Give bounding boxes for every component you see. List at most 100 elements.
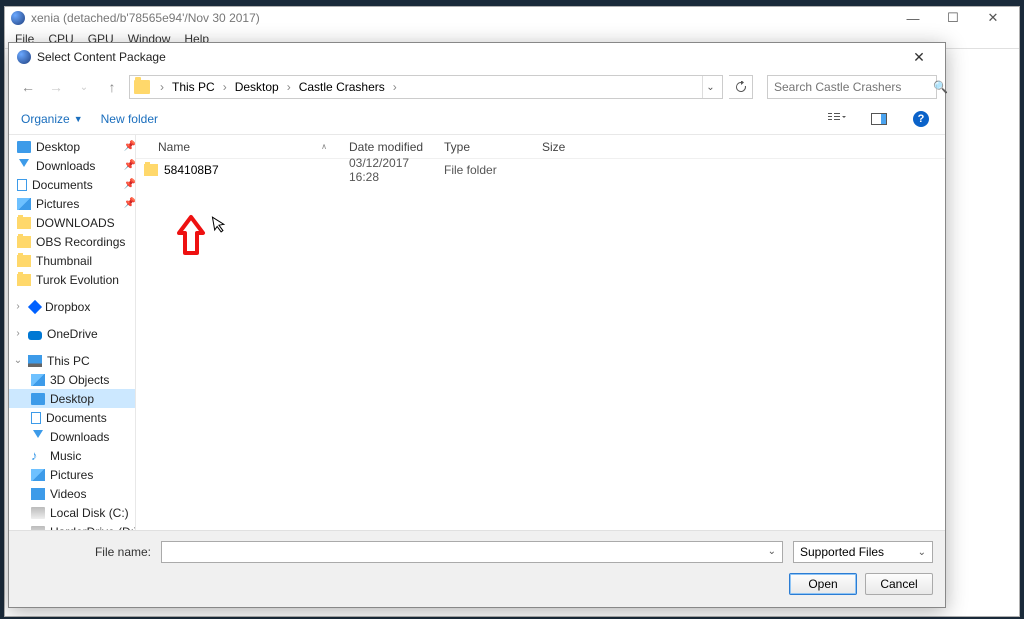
file-date: 03/12/2017 16:28 <box>341 156 436 184</box>
chevron-right-icon[interactable]: › <box>389 80 401 94</box>
tree-pictures[interactable]: Pictures📌 <box>9 194 136 213</box>
filename-dropdown[interactable]: ⌄ <box>764 544 780 559</box>
nav-recent-dropdown[interactable]: ⌄ <box>73 76 95 98</box>
tree-videos[interactable]: Videos <box>9 484 136 503</box>
nav-back-button[interactable]: ← <box>17 76 39 98</box>
tree-pictures-pc[interactable]: Pictures <box>9 465 136 484</box>
disk-icon <box>31 507 45 519</box>
dialog-footer: File name: ⌄ Supported Files⌄ Open Cance… <box>9 530 945 607</box>
tree-folder[interactable]: Turok Evolution <box>9 270 136 289</box>
chevron-right-icon[interactable]: › <box>219 80 231 94</box>
onedrive-icon <box>28 331 42 340</box>
tree-folder[interactable]: Thumbnail <box>9 251 136 270</box>
dialog-titlebar: Select Content Package ✕ <box>9 43 945 71</box>
sort-asc-icon: ∧ <box>321 142 333 151</box>
app-icon <box>11 11 25 25</box>
tree-downloads[interactable]: Downloads📌 <box>9 156 136 175</box>
folder-icon <box>144 164 158 176</box>
toolbar: Organize▼ New folder ? <box>9 103 945 135</box>
col-type[interactable]: Type <box>436 140 534 154</box>
maximize-button[interactable]: ☐ <box>933 8 973 28</box>
file-type: File folder <box>436 163 534 177</box>
tree-documents-pc[interactable]: Documents <box>9 408 136 427</box>
refresh-button[interactable] <box>729 75 753 99</box>
nav-up-button[interactable]: ↑ <box>101 76 123 98</box>
new-folder-button[interactable]: New folder <box>101 112 158 126</box>
preview-pane-icon <box>871 113 887 125</box>
organize-button[interactable]: Organize▼ <box>21 112 83 126</box>
help-icon: ? <box>913 111 929 127</box>
nav-tree: Desktop📌 Downloads📌 Documents📌 Pictures📌… <box>9 135 136 530</box>
chevron-down-icon[interactable]: ⌄ <box>13 355 23 366</box>
pin-icon: 📌 <box>124 198 136 209</box>
dialog-body: Desktop📌 Downloads📌 Documents📌 Pictures📌… <box>9 135 945 530</box>
close-button[interactable]: ✕ <box>973 8 1013 28</box>
search-icon[interactable]: 🔍 <box>933 80 948 94</box>
file-filter-dropdown[interactable]: Supported Files⌄ <box>793 541 933 563</box>
search-input[interactable] <box>774 80 929 94</box>
document-icon <box>17 179 27 191</box>
tree-dropbox[interactable]: ›Dropbox <box>9 297 136 316</box>
tree-desktop[interactable]: Desktop📌 <box>9 137 136 156</box>
navbar: ← → ⌄ ↑ › This PC › Desktop › Castle Cra… <box>9 71 945 103</box>
chevron-right-icon[interactable]: › <box>283 80 295 94</box>
folder-icon <box>134 80 150 94</box>
file-name: 584108B7 <box>164 163 219 177</box>
breadcrumb[interactable]: › This PC › Desktop › Castle Crashers › … <box>129 75 723 99</box>
breadcrumb-thispc[interactable]: This PC <box>170 78 217 96</box>
tree-onedrive[interactable]: ›OneDrive <box>9 324 136 343</box>
folder-icon <box>17 274 31 286</box>
videos-icon <box>31 488 45 500</box>
pictures-icon <box>31 469 45 481</box>
view-options-button[interactable] <box>825 107 849 131</box>
file-pane: Name∧ Date modified Type Size 584108B7 0… <box>136 135 945 530</box>
folder-icon <box>17 255 31 267</box>
tree-downloads-pc[interactable]: Downloads <box>9 427 136 446</box>
desktop-icon <box>17 141 31 153</box>
open-button[interactable]: Open <box>789 573 857 595</box>
titlebar: xenia (detached/b'78565e94'/Nov 30 2017)… <box>5 7 1019 29</box>
file-row[interactable]: 584108B7 03/12/2017 16:28 File folder <box>136 159 945 180</box>
desktop-icon <box>31 393 45 405</box>
tree-local-disk[interactable]: Local Disk (C:) <box>9 503 136 522</box>
chevron-right-icon[interactable]: › <box>156 80 168 94</box>
app-title: xenia (detached/b'78565e94'/Nov 30 2017) <box>31 11 260 25</box>
tree-documents[interactable]: Documents📌 <box>9 175 136 194</box>
pin-icon: 📌 <box>124 141 136 152</box>
dialog-icon <box>17 50 31 64</box>
caret-down-icon: ⌄ <box>918 547 926 558</box>
tree-thispc[interactable]: ⌄This PC <box>9 351 136 370</box>
tree-3dobjects[interactable]: 3D Objects <box>9 370 136 389</box>
tree-folder[interactable]: OBS Recordings <box>9 232 136 251</box>
help-button[interactable]: ? <box>909 107 933 131</box>
cancel-button[interactable]: Cancel <box>865 573 933 595</box>
download-icon <box>17 160 31 172</box>
filename-input[interactable]: ⌄ <box>161 541 783 563</box>
tree-music[interactable]: ♪Music <box>9 446 136 465</box>
caret-down-icon: ▼ <box>74 114 83 124</box>
dropbox-icon <box>28 299 42 313</box>
col-date[interactable]: Date modified <box>341 140 436 154</box>
file-list: 584108B7 03/12/2017 16:28 File folder <box>136 159 945 530</box>
column-headers: Name∧ Date modified Type Size <box>136 135 945 159</box>
tree-desktop-pc[interactable]: Desktop <box>9 389 136 408</box>
folder-icon <box>17 236 31 248</box>
nav-forward-button[interactable]: → <box>45 76 67 98</box>
chevron-right-icon[interactable]: › <box>13 301 23 312</box>
filename-label: File name: <box>21 545 151 559</box>
breadcrumb-dropdown[interactable]: ⌄ <box>702 76 718 98</box>
col-name[interactable]: Name∧ <box>136 140 341 154</box>
preview-pane-button[interactable] <box>867 107 891 131</box>
dialog-close-button[interactable]: ✕ <box>901 45 937 69</box>
folder-icon <box>17 217 31 229</box>
dialog-title: Select Content Package <box>37 50 166 64</box>
chevron-right-icon[interactable]: › <box>13 328 23 339</box>
breadcrumb-current[interactable]: Castle Crashers <box>297 78 387 96</box>
col-size[interactable]: Size <box>534 140 614 154</box>
breadcrumb-desktop[interactable]: Desktop <box>233 78 281 96</box>
tree-harder-drive[interactable]: HarderDrive (D:) <box>9 522 136 530</box>
pictures-icon <box>17 198 31 210</box>
tree-folder[interactable]: DOWNLOADS <box>9 213 136 232</box>
search-box[interactable]: 🔍 <box>767 75 937 99</box>
minimize-button[interactable]: — <box>893 8 933 28</box>
